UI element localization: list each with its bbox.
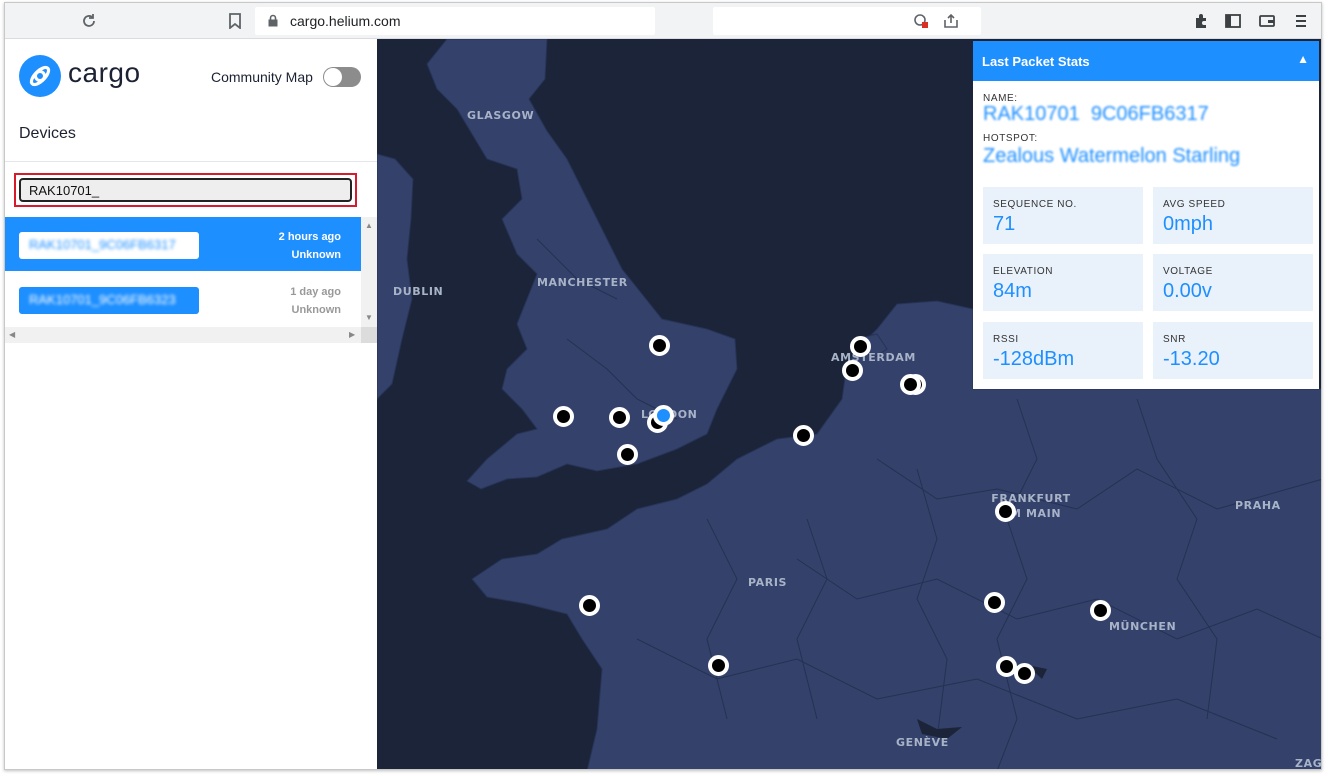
hotspot-marker[interactable]: [649, 335, 670, 356]
lock-icon: [268, 14, 278, 30]
stat-value: 71: [993, 213, 1016, 235]
stat-value: 84m: [993, 280, 1032, 302]
stat-value: -13.20: [1163, 348, 1220, 370]
city-label-amsterdam: AMSTERDAM: [831, 351, 916, 364]
search-highlight: [14, 173, 357, 207]
wallet-icon[interactable]: [1257, 11, 1277, 31]
hotspot-marker[interactable]: [1090, 600, 1111, 621]
device-list-item[interactable]: RAK10701_9C06FB6323 1 day ago Unknown: [5, 272, 361, 326]
city-label-dublin: DUBLIN: [393, 285, 444, 298]
hotspot-label: HOTSPOT:: [983, 133, 1038, 144]
community-map-label: Community Map: [211, 69, 313, 85]
device-status: Unknown: [291, 304, 342, 316]
stats-panel-title: Last Packet Stats: [982, 54, 1090, 69]
hotspot-marker[interactable]: [850, 336, 871, 357]
vertical-scrollbar[interactable]: ▲ ▼: [361, 217, 377, 327]
device-name-pill: RAK10701_9C06FB6323: [19, 287, 199, 314]
scroll-left-icon[interactable]: ◀: [9, 330, 15, 339]
device-name: RAK10701_9C06FB6317: [29, 237, 176, 252]
device-list: RAK10701_9C06FB6317 2 hours ago Unknown …: [5, 217, 377, 345]
city-label-zagreb: ZAG: [1295, 757, 1322, 770]
hotspot-marker[interactable]: [617, 444, 638, 465]
scrollbar-corner: [361, 327, 377, 343]
reload-icon[interactable]: [79, 11, 99, 31]
hotspot-marker[interactable]: [984, 592, 1005, 613]
last-packet-stats-panel: Last Packet Stats ▲ NAME: RAK10701_9C06F…: [973, 41, 1319, 389]
city-label-paris: PARIS: [748, 576, 788, 589]
menu-icon[interactable]: [1291, 11, 1311, 31]
stat-card-snr: SNR -13.20: [1153, 322, 1313, 379]
scroll-right-icon[interactable]: ▶: [349, 330, 355, 339]
device-name: RAK10701_9C06FB6323: [29, 292, 176, 307]
stat-card-sequence: SEQUENCE NO. 71: [983, 187, 1143, 244]
browser-toolbar: cargo.helium.com: [5, 3, 1321, 39]
hotspot-marker[interactable]: [900, 374, 921, 395]
scroll-down-icon[interactable]: ▼: [365, 313, 373, 322]
city-label-munchen: MÜNCHEN: [1109, 620, 1177, 633]
device-status: Unknown: [291, 249, 342, 261]
stat-label: ELEVATION: [993, 266, 1054, 277]
share-icon[interactable]: [941, 11, 961, 31]
device-search-input[interactable]: [19, 178, 352, 202]
scroll-up-icon[interactable]: ▲: [365, 221, 373, 230]
chevron-up-icon[interactable]: ▲: [1297, 52, 1309, 66]
hotspot-marker[interactable]: [579, 595, 600, 616]
stat-label: SEQUENCE NO.: [993, 199, 1077, 210]
hotspot-marker[interactable]: [708, 655, 729, 676]
stat-card-elevation: ELEVATION 84m: [983, 254, 1143, 311]
browser-window: cargo.helium.com cargo Community Map Dev…: [4, 2, 1322, 770]
community-map-toggle[interactable]: [323, 67, 361, 87]
horizontal-scrollbar[interactable]: ◀ ▶: [5, 327, 361, 343]
city-label-manchester: MANCHESTER: [537, 276, 628, 289]
device-name-pill: RAK10701_9C06FB6317: [19, 232, 199, 259]
hotspot-marker[interactable]: [793, 425, 814, 446]
stat-label: AVG SPEED: [1163, 199, 1226, 210]
hotspot-marker[interactable]: [553, 406, 574, 427]
stats-panel-header[interactable]: Last Packet Stats ▲: [973, 41, 1319, 81]
hotspot-marker[interactable]: [995, 501, 1016, 522]
city-label-geneve: GENÈVE: [896, 736, 949, 749]
brand-name: cargo: [68, 57, 141, 88]
extensions-icon[interactable]: [1191, 11, 1211, 31]
hotspot-marker[interactable]: [609, 407, 630, 428]
hotspot-marker-active[interactable]: [653, 405, 674, 426]
sidebar: cargo Community Map Devices RAK10701_9C0…: [5, 39, 377, 769]
divider: [5, 161, 377, 162]
address-bar[interactable]: cargo.helium.com: [255, 7, 655, 35]
device-last-seen: 2 hours ago: [278, 231, 341, 243]
device-name-value: RAK10701_9C06FB6317: [983, 103, 1209, 121]
city-label-glasgow: GLASGOW: [467, 109, 535, 122]
stat-label: SNR: [1163, 334, 1186, 345]
city-label-praha: PRAHA: [1235, 499, 1281, 512]
stat-card-voltage: VOLTAGE 0.00v: [1153, 254, 1313, 311]
device-list-item[interactable]: RAK10701_9C06FB6317 2 hours ago Unknown: [5, 217, 361, 271]
stat-value: 0.00v: [1163, 280, 1212, 302]
hotspot-value: Zealous Watermelon Starling: [983, 145, 1241, 167]
stat-card-avg-speed: AVG SPEED 0mph: [1153, 187, 1313, 244]
blocked-popup-icon[interactable]: [911, 11, 931, 31]
sidebar-icon[interactable]: [1223, 11, 1243, 31]
devices-title: Devices: [19, 125, 76, 142]
stat-value: 0mph: [1163, 213, 1214, 235]
stat-label: RSSI: [993, 334, 1019, 345]
address-bar-extension[interactable]: [713, 7, 981, 35]
hotspot-marker[interactable]: [842, 360, 863, 381]
stat-label: VOLTAGE: [1163, 266, 1213, 277]
stat-value: -128dBm: [993, 348, 1075, 370]
stat-card-rssi: RSSI -128dBm: [983, 322, 1143, 379]
url-text: cargo.helium.com: [290, 13, 401, 29]
bookmark-icon[interactable]: [225, 11, 245, 31]
helium-logo-icon: [19, 55, 61, 97]
hotspot-marker[interactable]: [1014, 663, 1035, 684]
device-last-seen: 1 day ago: [290, 286, 341, 298]
